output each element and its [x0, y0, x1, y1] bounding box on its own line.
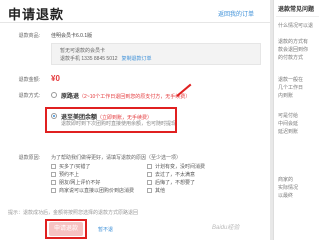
faq-sidebar: 退款常见问题 什么情况可以退 退款的方式有 款会退回到你 的付款方式 退款一般在…: [273, 0, 320, 240]
radio-original[interactable]: [51, 92, 57, 98]
notice-line-2: 退款手机 1335 8845 5012 复制退款订单: [60, 55, 152, 62]
faq-line: 实际情况: [278, 185, 299, 191]
product-label: 退款商品:: [18, 33, 40, 39]
checkbox[interactable]: [51, 172, 56, 177]
faq-divider: [276, 16, 319, 17]
notice-line-1: 暂无可退款的会员卡: [60, 48, 106, 54]
reason-item[interactable]: 后悔了，不想要了: [147, 179, 195, 186]
checkbox[interactable]: [51, 180, 56, 185]
checkbox[interactable]: [147, 172, 152, 177]
method-label: 退款方式:: [18, 93, 40, 99]
faq-line: 内到账: [278, 93, 294, 99]
checkbox[interactable]: [51, 188, 56, 193]
checkbox[interactable]: [51, 164, 56, 169]
method-original-label: 原路退（2~10个工作日退回到您的原支付方，无手续费）: [61, 94, 191, 100]
faq-line: 款会退回到你: [278, 47, 309, 53]
faq-line: 可是付给: [278, 113, 299, 119]
reason-item[interactable]: 商家说可以直接以团购价到店消费: [51, 187, 134, 194]
amount-label: 退款金额:: [18, 77, 40, 83]
reason-item[interactable]: 预约不上: [51, 171, 79, 178]
coupon-notice: 暂无可退款的会员卡 退款手机 1335 8845 5012 复制退款订单: [51, 43, 261, 65]
reason-label: 退款原因:: [18, 155, 40, 161]
title-divider: [0, 22, 270, 23]
page-title: 申请退款: [8, 7, 65, 22]
faq-line: 退款一般在: [278, 77, 304, 83]
reason-item[interactable]: 计划有变，没时间消费: [147, 163, 205, 170]
product-value: 佳明会员卡6.0.1版: [51, 33, 93, 39]
faq-line: 中间会延: [278, 121, 299, 127]
refund-amount: ¥0: [51, 74, 60, 83]
reason-heading: 为了帮助我们做得更好，请填写退款的原因（至少选一项）: [51, 155, 182, 161]
faq-line: 以最终: [278, 193, 294, 199]
faq-line: 的付款方式: [278, 55, 304, 61]
faq-line: 退款的方式有: [278, 39, 309, 45]
baidu-watermark: Baidu经验: [212, 225, 240, 231]
back-to-orders-link[interactable]: 返回我的订单: [218, 9, 254, 18]
highlight-box-submit: [45, 219, 87, 239]
refund-tip: 提示：退款成功后，金额将按照您选择的退款方式原路退回: [8, 210, 139, 216]
faq-line: 延迟到账: [278, 129, 299, 135]
copy-refund-order-link[interactable]: 复制退款订单: [122, 56, 152, 62]
faq-line: 什么情况可以退: [278, 23, 314, 29]
checkbox[interactable]: [147, 180, 152, 185]
highlight-box-balance: [45, 107, 177, 133]
refund-form-panel: 申请退款 返回我的订单 退款商品: 佳明会员卡6.0.1版 暂无可退款的会员卡 …: [0, 0, 270, 240]
checkbox[interactable]: [147, 188, 152, 193]
not-now-link[interactable]: 暂不退: [98, 226, 113, 233]
faq-line: 商家的: [278, 177, 294, 183]
faq-line: 几个工作日: [278, 85, 304, 91]
refund-phone: 退款手机 1335 8845 5012: [60, 56, 118, 62]
reason-item[interactable]: 其他: [147, 187, 165, 194]
reason-item[interactable]: 买多了/买错了: [51, 163, 90, 170]
faq-heading: 退款常见问题: [278, 7, 315, 13]
reason-item[interactable]: 去过了，不太满意: [147, 171, 195, 178]
checkbox[interactable]: [147, 164, 152, 169]
reason-item[interactable]: 朋友/网上评价不好: [51, 179, 100, 186]
